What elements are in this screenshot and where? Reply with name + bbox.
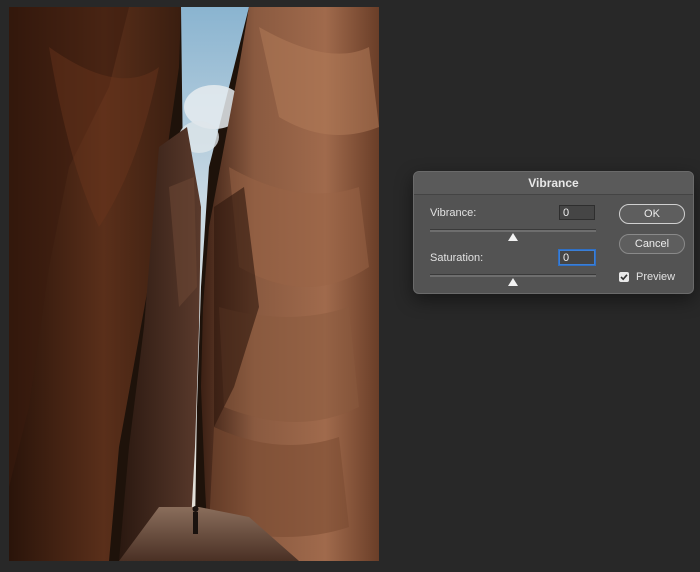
check-icon xyxy=(620,274,628,281)
vibrance-slider-track[interactable] xyxy=(430,229,596,232)
saturation-slider-thumb[interactable] xyxy=(508,278,518,286)
saturation-label: Saturation: xyxy=(430,252,484,264)
vibrance-slider-thumb[interactable] xyxy=(508,233,518,241)
vibrance-label: Vibrance: xyxy=(430,207,477,219)
saturation-input[interactable] xyxy=(559,250,595,265)
canyon-image xyxy=(9,7,379,561)
preview-checkbox[interactable] xyxy=(619,272,629,282)
vibrance-input[interactable] xyxy=(559,205,595,220)
saturation-slider-track[interactable] xyxy=(430,274,596,277)
cancel-button[interactable]: Cancel xyxy=(619,234,685,254)
canyon-photo xyxy=(9,7,379,561)
vibrance-dialog: Vibrance Vibrance: Saturation: OK Cancel… xyxy=(413,171,694,294)
dialog-title: Vibrance xyxy=(414,172,693,195)
ok-button[interactable]: OK xyxy=(619,204,685,224)
preview-label: Preview xyxy=(636,271,676,283)
